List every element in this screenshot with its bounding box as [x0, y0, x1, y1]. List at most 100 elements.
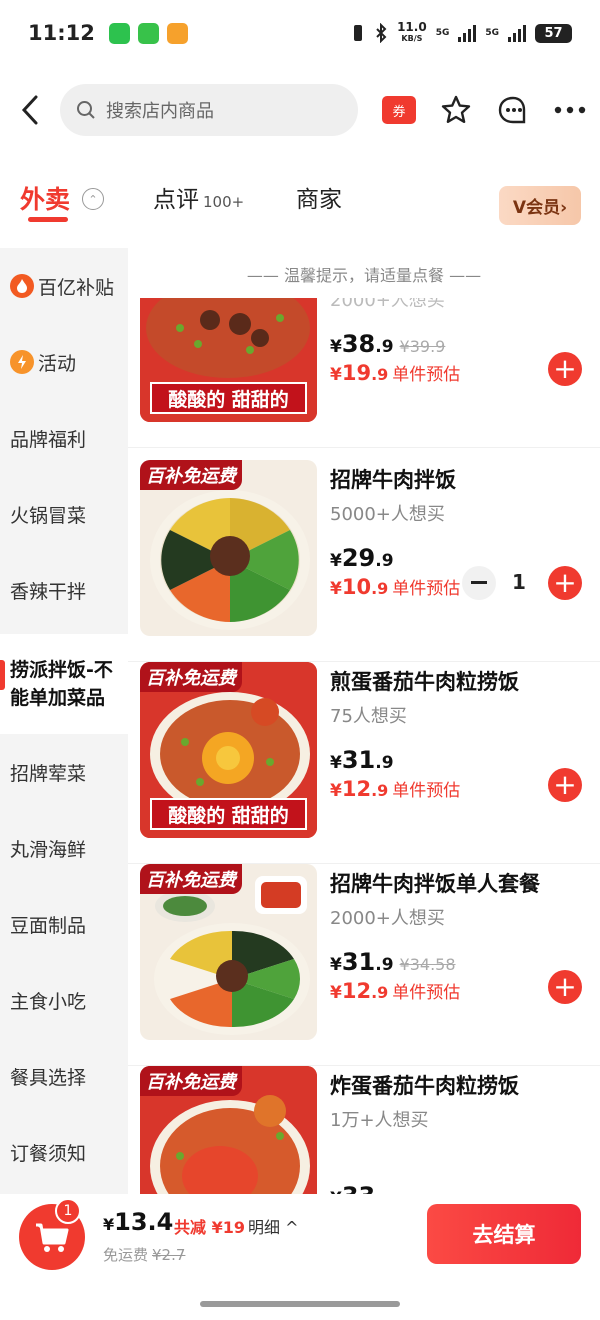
- product-price: ¥38.9 ¥39.9: [330, 330, 446, 358]
- estimated-price: ¥12.9 单件预估: [330, 777, 461, 801]
- sidebar-item-label: 丸滑海鲜: [10, 838, 87, 861]
- battery-icon: 57: [535, 23, 572, 43]
- est-int: 10: [341, 575, 372, 599]
- add-button[interactable]: +: [548, 768, 582, 802]
- est-int: 19: [341, 361, 372, 385]
- product-price: ¥33: [330, 1182, 375, 1194]
- estimated-price: ¥19.9 单件预估: [330, 361, 461, 385]
- delivery-orig: ¥2.7: [152, 1246, 186, 1264]
- cart-count-badge: 1: [55, 1198, 81, 1224]
- sidebar-item-label: 香辣干拌: [10, 580, 87, 603]
- product-want: 2000+人想买: [330, 908, 445, 929]
- sidebar-item-activity[interactable]: 活动: [0, 324, 128, 400]
- wechat-icon: [108, 22, 130, 44]
- customer-service-icon[interactable]: [496, 94, 530, 126]
- product-price: ¥29.9: [330, 544, 394, 572]
- vip-button[interactable]: V会员›: [499, 186, 581, 225]
- product-card[interactable]: 百补免运费 招牌牛肉拌饭 5000+人想买 ¥29.9 ¥10.9 单件预估 1 …: [128, 460, 600, 662]
- tab-reviews[interactable]: 点评 100+: [153, 180, 244, 214]
- quantity: 1: [512, 570, 526, 594]
- sidebar-item-spicy[interactable]: 香辣干拌: [0, 552, 128, 628]
- home-indicator[interactable]: [200, 1301, 400, 1307]
- flame-icon: [10, 274, 34, 298]
- product-image: 百补免运费: [140, 1066, 317, 1194]
- product-want: 5000+人想买: [330, 504, 445, 525]
- sidebar-item-staple[interactable]: 主食小吃: [0, 962, 128, 1038]
- add-button[interactable]: +: [548, 566, 582, 600]
- price-dec: .9: [375, 337, 394, 357]
- signal-icon-2: [508, 24, 526, 42]
- sidebar-item-tableware[interactable]: 餐具选择: [0, 1038, 128, 1114]
- product-price: ¥31.9 ¥34.58: [330, 948, 456, 976]
- product-card[interactable]: 百补免运费 炸蛋番茄牛肉粒捞饭 1万+人想买 ¥33: [128, 1066, 600, 1194]
- sidebar-item-meat[interactable]: 招牌荤菜: [0, 734, 128, 810]
- est-label: 单件预估: [392, 781, 461, 801]
- product-card[interactable]: 百补免运费 招牌牛肉拌饭单人套餐 2000+人想买 ¥31.9 ¥34.58 ¥1…: [128, 864, 600, 1066]
- checkout-button[interactable]: 去结算: [427, 1204, 581, 1264]
- sidebar-item-laopai[interactable]: 捞派拌饭-不能单加菜品: [0, 634, 128, 734]
- net-speed-value: 11.0: [397, 20, 427, 34]
- product-banner: 酸酸的 甜甜的: [150, 382, 307, 414]
- est-dec: .9: [371, 579, 389, 598]
- price-dec: .9: [375, 753, 394, 773]
- status-time: 11:12: [28, 21, 95, 45]
- sim2-label: 5G: [485, 28, 499, 38]
- more-icon[interactable]: [554, 105, 586, 115]
- sim1-label: 5G: [435, 28, 450, 38]
- product-card[interactable]: 酸酸的 甜甜的 2000+人想买 ¥38.9 ¥39.9 ¥19.9 单件预估 +: [128, 298, 600, 448]
- product-badge: 百补免运费: [140, 662, 242, 692]
- notification-icons: [108, 22, 188, 44]
- total-value: 13.4: [114, 1208, 174, 1236]
- store-page: 11:12 11.0 KB/S 5G 5G 57 搜索店内商品 券 外卖 ⌃ 点…: [0, 0, 600, 1320]
- collapse-icon[interactable]: ⌃: [82, 188, 104, 210]
- product-badge: 百补免运费: [140, 1066, 242, 1096]
- tab-merchant[interactable]: 商家: [296, 180, 342, 214]
- sidebar-item-label: 火锅冒菜: [10, 504, 87, 527]
- app-icon: [166, 22, 188, 44]
- product-image: 百补免运费 酸酸的 甜甜的: [140, 662, 317, 838]
- total-yen: ¥: [103, 1215, 115, 1234]
- add-button[interactable]: +: [548, 970, 582, 1004]
- estimated-price: ¥12.9 单件预估: [330, 979, 461, 1003]
- divider: [128, 447, 600, 448]
- coupon-button[interactable]: 券: [382, 96, 416, 124]
- tab-takeout[interactable]: 外卖: [20, 180, 70, 216]
- product-name: 炸蛋番茄牛肉粒捞饭: [330, 1074, 519, 1098]
- tab-reviews-count: 100+: [203, 193, 245, 211]
- price-int: 31: [341, 746, 376, 774]
- product-image: 百补免运费: [140, 864, 317, 1040]
- detail-toggle[interactable]: 明细 ^: [248, 1214, 299, 1238]
- status-bar: 11:12 11.0 KB/S 5G 5G 57: [0, 0, 600, 66]
- delivery-label: 免运费: [103, 1246, 149, 1264]
- est-label: 单件预估: [392, 579, 461, 599]
- search-input[interactable]: 搜索店内商品: [60, 84, 358, 136]
- orig-price: ¥34.58: [399, 955, 456, 974]
- minus-icon: [471, 581, 487, 584]
- estimated-price: ¥10.9 单件预估: [330, 575, 461, 599]
- add-button[interactable]: +: [548, 352, 582, 386]
- product-banner: 酸酸的 甜甜的: [150, 798, 307, 830]
- net-speed-unit: KB/S: [401, 34, 423, 43]
- delivery-fee: 免运费 ¥2.7: [103, 1244, 185, 1265]
- sidebar-item-notice[interactable]: 订餐须知: [0, 1114, 128, 1190]
- star-icon[interactable]: [440, 94, 472, 126]
- message-icon: [137, 22, 159, 44]
- sidebar-item-seafood[interactable]: 丸滑海鲜: [0, 810, 128, 886]
- product-card[interactable]: 百补免运费 酸酸的 甜甜的 煎蛋番茄牛肉粒捞饭 75人想买 ¥31.9 ¥12.…: [128, 662, 600, 864]
- sidebar-item-label: 品牌福利: [10, 428, 87, 451]
- sidebar-item-brand[interactable]: 品牌福利: [0, 400, 128, 476]
- est-dec: .9: [371, 983, 389, 1002]
- price-int: 29: [341, 544, 376, 572]
- back-button[interactable]: [0, 94, 60, 126]
- sidebar-item-tofu[interactable]: 豆面制品: [0, 886, 128, 962]
- sidebar-item-hotpot[interactable]: 火锅冒菜: [0, 476, 128, 552]
- decrease-button[interactable]: [462, 566, 496, 600]
- product-name: 招牌牛肉拌饭: [330, 468, 456, 492]
- sidebar-item-label: 餐具选择: [10, 1066, 87, 1089]
- product-badge: 百补免运费: [140, 864, 242, 894]
- tab-underline: [28, 217, 68, 222]
- sidebar-item-subsidy[interactable]: 百亿补贴: [0, 248, 128, 324]
- price-dec: .9: [375, 955, 394, 975]
- product-badge: 百补免运费: [140, 460, 242, 490]
- search-placeholder: 搜索店内商品: [106, 101, 214, 122]
